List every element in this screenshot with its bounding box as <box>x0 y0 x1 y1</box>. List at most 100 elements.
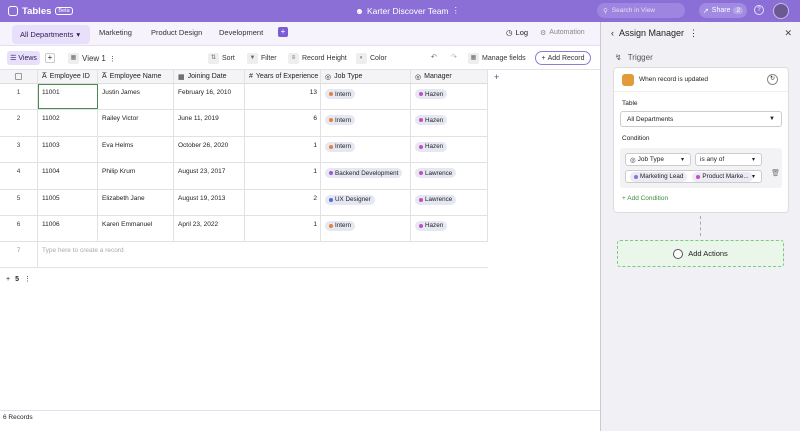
share-button[interactable]: ↗ Share 2 <box>699 3 747 18</box>
manager-dot <box>419 197 423 202</box>
table-row[interactable]: 1 11001 Justin James February 16, 2010 13 Int… <box>0 84 488 111</box>
filter-button[interactable]: ▼ Filter <box>247 53 277 64</box>
app-logo[interactable]: Tables Beta <box>8 6 73 17</box>
palette-icon: ◐ <box>356 53 367 64</box>
cell-years[interactable]: 6 <box>245 110 321 136</box>
record-height-button[interactable]: ≡ Record Height <box>288 53 347 64</box>
add-actions-button[interactable]: Add Actions <box>617 240 784 267</box>
cell-joining-date[interactable]: August 19, 2013 <box>174 189 245 215</box>
select-all-checkbox[interactable] <box>0 70 38 83</box>
tab-marketing[interactable]: Marketing <box>99 28 132 37</box>
trash-icon[interactable]: 🗑 <box>771 169 780 177</box>
add-view-button[interactable]: + <box>45 53 55 63</box>
cell-years[interactable]: 13 <box>245 84 321 110</box>
row-number: 4 <box>0 163 38 189</box>
redo-button[interactable]: ↷ <box>451 53 457 61</box>
cell-joining-date[interactable]: April 23, 2022 <box>174 215 245 242</box>
column-label: Employee ID <box>49 73 90 80</box>
cell-employee-id[interactable]: 11006 <box>38 215 98 242</box>
table-row[interactable]: 2 11002 Railey Victor June 11, 2019 6 Intern H… <box>0 110 488 137</box>
job-type-chip: Intern <box>325 89 356 99</box>
new-record-row[interactable]: 7 Type here to create a record <box>0 242 488 269</box>
column-joining-date[interactable]: ▦ Joining Date <box>174 70 245 83</box>
color-button[interactable]: ◐ Color <box>356 53 387 64</box>
log-button[interactable]: ◷ Log <box>506 28 528 37</box>
cell-employee-id[interactable]: 11005 <box>38 189 98 215</box>
help-icon[interactable]: ? <box>754 5 764 15</box>
cell-years[interactable]: 2 <box>245 189 321 215</box>
table-row[interactable]: 4 11004 Philip Krum August 23, 2017 1 Backend… <box>0 163 488 190</box>
cell-job-type[interactable]: UX Designer <box>321 189 411 215</box>
cell-manager[interactable]: Hazen <box>411 136 488 163</box>
number-field-icon: # <box>249 73 253 80</box>
cell-years[interactable]: 1 <box>245 136 321 163</box>
cell-manager[interactable]: Hazen <box>411 84 488 110</box>
cell-employee-name[interactable]: Eva Helms <box>98 136 174 163</box>
table-row[interactable]: 5 11005 Elizabeth Jane August 19, 2013 2 UX D… <box>0 189 488 216</box>
automation-button[interactable]: ⚙ Automation <box>540 29 585 37</box>
view-selector[interactable]: ▦ View 1 ⋮ <box>68 53 116 64</box>
group-count: 5 <box>15 275 19 283</box>
add-column-button[interactable]: + <box>494 72 499 82</box>
refresh-icon[interactable]: ↻ <box>767 74 778 85</box>
table-row[interactable]: 3 11003 Eva Helms October 26, 2020 1 Intern Ha… <box>0 136 488 164</box>
undo-button[interactable]: ↶ <box>431 53 437 61</box>
add-group-button[interactable]: + <box>6 276 10 283</box>
cell-years[interactable]: 1 <box>245 163 321 189</box>
add-condition-button[interactable]: + Add Condition <box>622 195 668 202</box>
tab-label: All Departments <box>20 30 74 39</box>
table-row[interactable]: 6 11006 Karen Emmanuel April 23, 2022 1 Inter… <box>0 215 488 243</box>
column-employee-id[interactable]: A̅ Employee ID <box>38 70 98 83</box>
close-icon[interactable]: ✕ <box>784 28 792 39</box>
team-selector[interactable]: ☻ Karter Discover Team ⋮ <box>355 5 460 16</box>
field-select[interactable]: ◎ Job Type ▾ <box>625 153 691 166</box>
manage-fields-button[interactable]: ▦ Manage fields <box>468 53 526 64</box>
cell-job-type[interactable]: Intern <box>321 215 411 242</box>
cell-joining-date[interactable]: October 26, 2020 <box>174 136 245 163</box>
cell-employee-name[interactable]: Philip Krum <box>98 163 174 189</box>
table-select[interactable]: All Departments ▼ <box>620 111 782 127</box>
tab-development[interactable]: Development <box>219 28 263 37</box>
search-input[interactable]: ⚲ Search in View <box>597 3 685 18</box>
column-years-of-experience[interactable]: # Years of Experience <box>245 70 321 83</box>
cell-joining-date[interactable]: February 16, 2010 <box>174 84 245 110</box>
cell-employee-id[interactable]: 11004 <box>38 163 98 189</box>
column-job-type[interactable]: ◎ Job Type <box>321 70 411 83</box>
tab-product-design[interactable]: Product Design <box>151 28 202 37</box>
operator-select[interactable]: is any of ▾ <box>695 153 762 166</box>
column-manager[interactable]: ◎ Manager <box>411 70 488 83</box>
cell-manager[interactable]: Hazen <box>411 110 488 136</box>
cell-joining-date[interactable]: June 11, 2019 <box>174 110 245 136</box>
cell-employee-name[interactable]: Justin James <box>98 84 174 110</box>
cell-years[interactable]: 1 <box>245 215 321 242</box>
cell-employee-name[interactable]: Elizabeth Jane <box>98 189 174 215</box>
tab-all-departments[interactable]: All Departments ▾ <box>12 25 90 44</box>
add-record-button[interactable]: + Add Record <box>535 51 591 65</box>
cell-employee-id[interactable]: 11001 <box>38 84 98 110</box>
manager-chip: Hazen <box>415 89 448 99</box>
cell-employee-name[interactable]: Railey Victor <box>98 110 174 136</box>
trigger-header[interactable]: When record is updated <box>614 68 788 92</box>
cell-manager[interactable]: Lawrence <box>411 189 488 215</box>
views-button[interactable]: ☰ Views <box>7 51 40 65</box>
cell-job-type[interactable]: Intern <box>321 84 411 110</box>
cell-job-type[interactable]: Backend Development <box>321 163 411 189</box>
panel-menu-icon[interactable]: ⋮ <box>689 28 698 39</box>
cell-employee-id[interactable]: 11003 <box>38 136 98 163</box>
back-icon[interactable]: ‹ <box>611 28 614 38</box>
tab-bar: All Departments ▾ Marketing Product Desi… <box>0 22 600 46</box>
column-employee-name[interactable]: A̅ Employee Name <box>98 70 174 83</box>
cell-job-type[interactable]: Intern <box>321 110 411 136</box>
cell-manager[interactable]: Lawrence <box>411 163 488 189</box>
value-multiselect[interactable]: Marketing Lead Product Marke... ▾ <box>625 170 762 183</box>
cell-employee-name[interactable]: Karen Emmanuel <box>98 215 174 242</box>
cell-employee-id[interactable]: 11002 <box>38 110 98 136</box>
group-menu-icon[interactable]: ⋮ <box>24 275 31 283</box>
add-tab-button[interactable]: + <box>278 27 288 37</box>
cell-manager[interactable]: Hazen <box>411 215 488 242</box>
cell-job-type[interactable]: Intern <box>321 136 411 163</box>
avatar[interactable] <box>773 3 789 19</box>
cell-joining-date[interactable]: August 23, 2017 <box>174 163 245 189</box>
new-record-placeholder[interactable]: Type here to create a record <box>38 242 488 267</box>
sort-button[interactable]: ⇅ Sort <box>208 53 235 64</box>
